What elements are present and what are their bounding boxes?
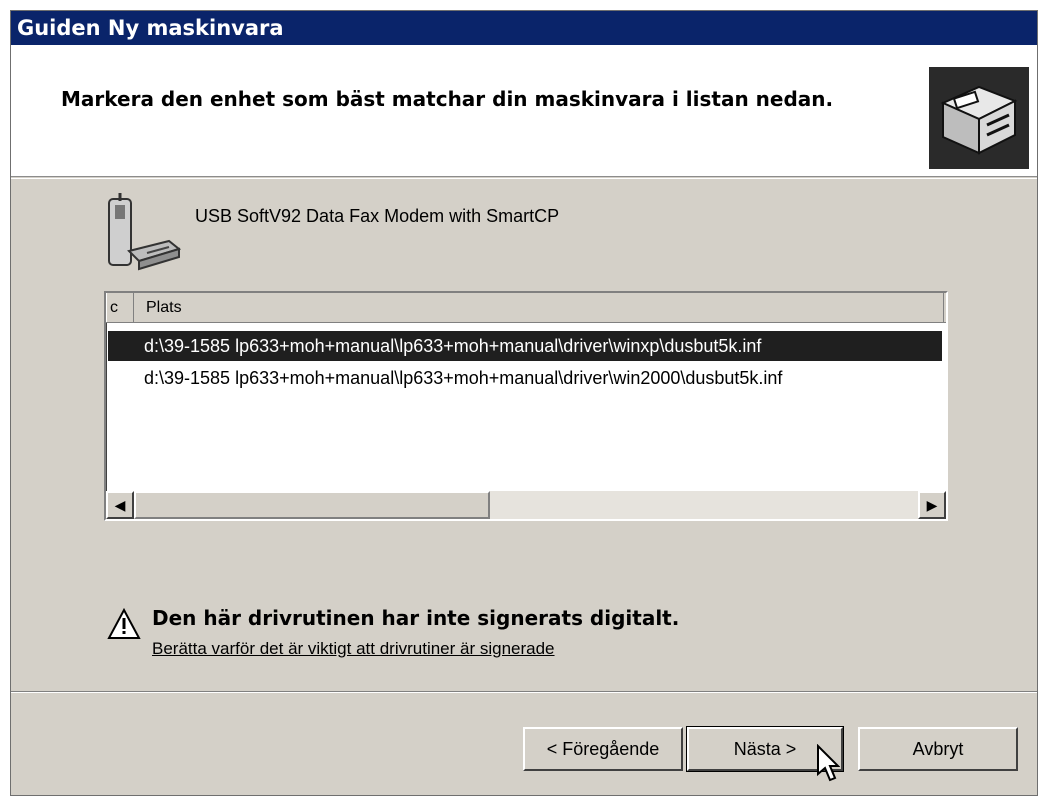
column-header-plats[interactable]: Plats [136, 293, 944, 322]
driver-listbox[interactable]: c Plats d:\39-1585 lp633+moh+manual\lp63… [104, 291, 948, 521]
list-item[interactable]: d:\39-1585 lp633+moh+manual\lp633+moh+ma… [108, 363, 942, 393]
scroll-left-button[interactable]: ◀ [106, 491, 134, 519]
title-bar[interactable]: Guiden Ny maskinvara [11, 11, 1037, 45]
cancel-button[interactable]: Avbryt [858, 727, 1018, 771]
wizard-window: Guiden Ny maskinvara Markera den enhet s… [10, 10, 1038, 796]
list-column-header: c Plats [106, 293, 946, 323]
scrollbar-thumb[interactable] [134, 491, 490, 519]
hardware-wizard-icon [929, 67, 1029, 169]
back-button[interactable]: < Föregående [523, 727, 683, 771]
header-divider [11, 178, 1037, 179]
mouse-pointer-icon [816, 743, 841, 784]
horizontal-scrollbar[interactable]: ◀ ▶ [106, 491, 946, 519]
wizard-header: Markera den enhet som bäst matchar din m… [11, 45, 1037, 177]
arrow-left-icon: ◀ [114, 497, 126, 513]
footer-divider-highlight [11, 692, 1037, 693]
list-item[interactable]: d:\39-1585 lp633+moh+manual\lp633+moh+ma… [108, 331, 942, 361]
column-header-c[interactable]: c [106, 293, 134, 322]
header-instruction: Markera den enhet som bäst matchar din m… [61, 87, 834, 111]
device-name: USB SoftV92 Data Fax Modem with SmartCP [195, 206, 560, 226]
modem-device-icon [103, 191, 183, 277]
window-title: Guiden Ny maskinvara [17, 16, 284, 40]
warning-icon [107, 607, 141, 640]
driver-signing-link[interactable]: Berätta varför det är viktigt att drivru… [152, 639, 555, 659]
arrow-right-icon: ▶ [926, 497, 938, 513]
scroll-right-button[interactable]: ▶ [918, 491, 946, 519]
unsigned-driver-warning: Den här drivrutinen har inte signerats d… [152, 606, 680, 630]
